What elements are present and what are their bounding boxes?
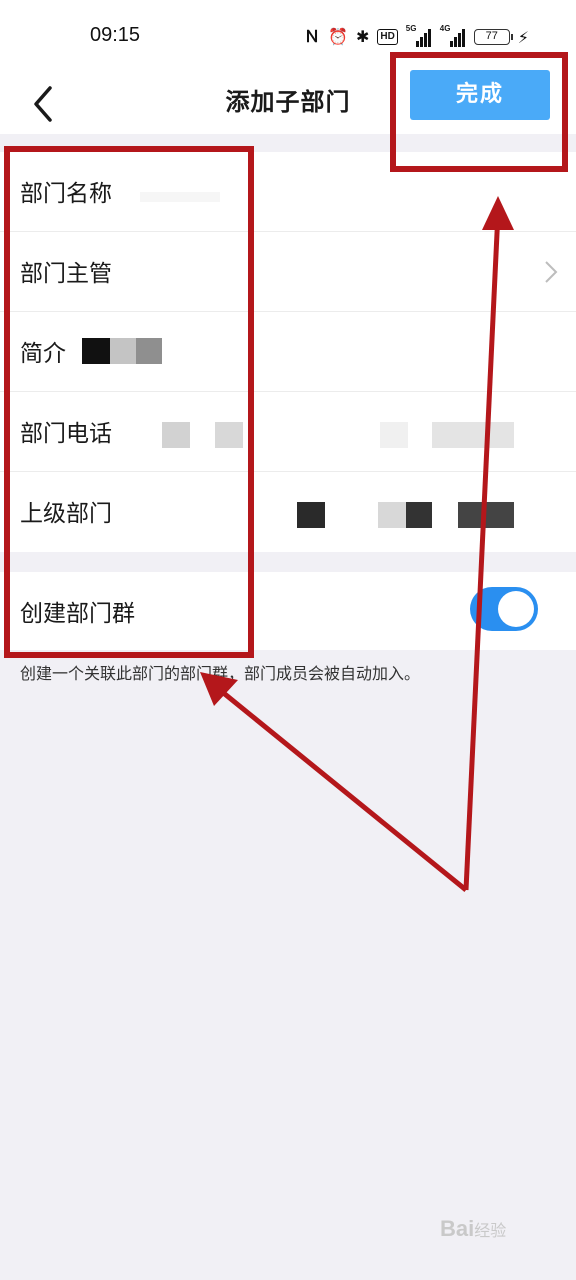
- battery-icon: 77: [473, 29, 513, 45]
- bluetooth-icon: ✱: [355, 27, 370, 46]
- redacted-value: [458, 502, 514, 528]
- signal-5g-icon: 5G: [406, 24, 432, 47]
- redacted-value: [297, 502, 325, 528]
- redacted-value: [432, 422, 514, 448]
- redacted-value: [406, 502, 432, 528]
- watermark: Bai经验: [440, 1216, 507, 1241]
- charging-icon: ⚡: [517, 27, 530, 47]
- alarm-icon: ⏰: [328, 27, 348, 46]
- annotation-box-form: [4, 146, 254, 658]
- status-time: 09:15: [90, 24, 141, 46]
- create-group-toggle[interactable]: [470, 587, 538, 631]
- toggle-knob: [498, 591, 534, 627]
- nfc-icon: Ｎ: [304, 27, 321, 46]
- chevron-right-icon: [545, 261, 558, 283]
- create-group-hint: 创建一个关联此部门的部门群，部门成员会被自动加入。: [20, 664, 421, 683]
- redacted-value: [378, 502, 406, 528]
- status-icons: Ｎ ⏰ ✱ HD 5G 4G 77 ⚡: [304, 24, 530, 48]
- hd-icon: HD: [377, 29, 398, 45]
- annotation-box-done: [390, 52, 568, 172]
- redacted-value: [380, 422, 408, 448]
- signal-4g-icon: 4G: [440, 24, 466, 47]
